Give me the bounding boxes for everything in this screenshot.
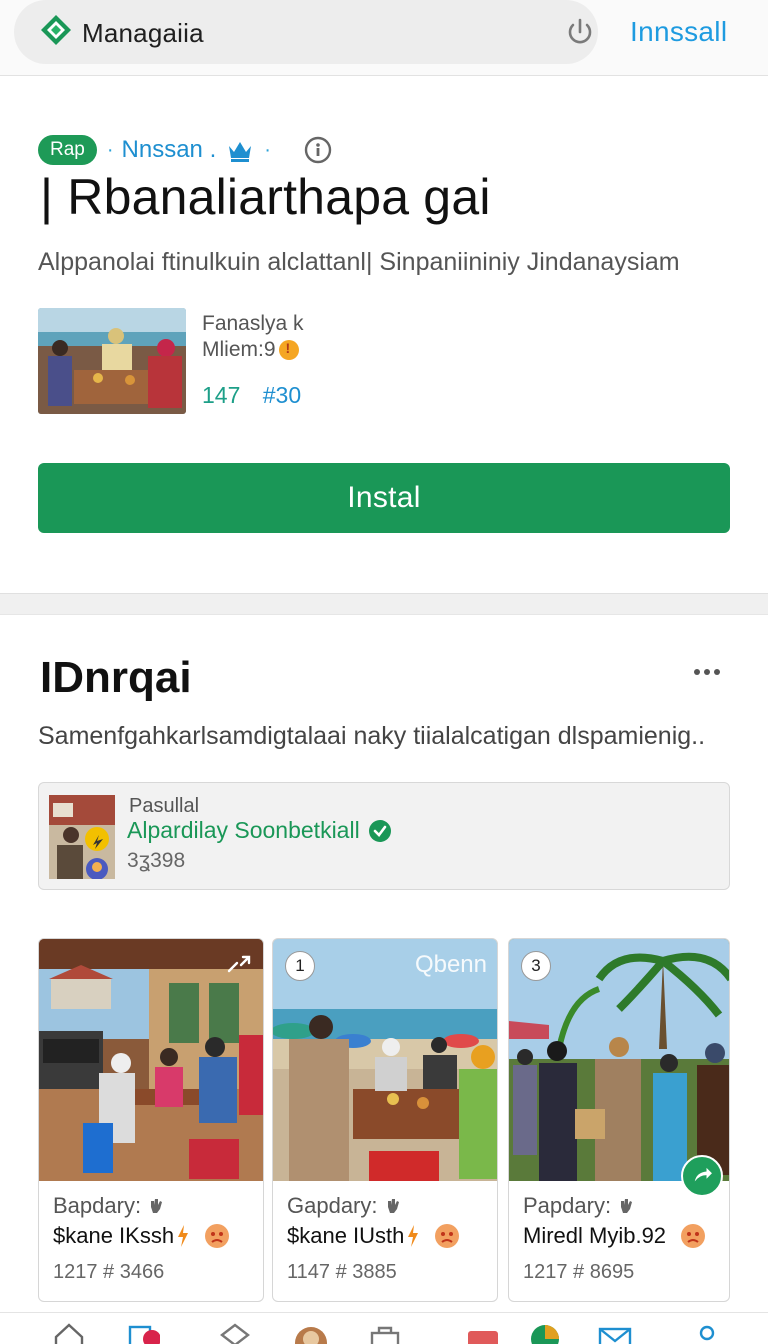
share-icon[interactable] (681, 1155, 723, 1197)
meta-line-1: Fanaslya k (202, 312, 304, 335)
promo-count: 3ʓ398 (127, 849, 186, 872)
card-label-3: Papdary: (523, 1193, 612, 1218)
card-label-1-row: Bapdary: (53, 1193, 165, 1219)
app-title: | Rbanaliarthapa gai (40, 169, 491, 225)
app-stats: 147 #30 (202, 382, 317, 409)
section-subtitle: Samenfgahkarlsamdigtalaai naky tiialalca… (38, 722, 706, 750)
card-badge-2: 1 (285, 951, 315, 981)
section-divider (0, 593, 768, 615)
card-watermark-2: Qbenn (414, 951, 487, 978)
gift-icon[interactable] (466, 1319, 500, 1344)
card-label-2: Gapdary: (287, 1193, 378, 1218)
home-icon[interactable] (52, 1319, 86, 1344)
bottom-nav (0, 1312, 768, 1344)
gallery-card-2[interactable]: 1 Qbenn Gapdary: $kane IUsth 1147 # 3885 (272, 938, 498, 1302)
app-tag-row: Rap · Nnssan . · (38, 134, 333, 166)
card-stats-1: 1217 # 3466 (53, 1261, 165, 1283)
sad-face-icon (205, 1224, 230, 1248)
store-icon[interactable] (368, 1319, 402, 1344)
stat-rating: 147 (202, 382, 241, 408)
info-icon[interactable] (303, 135, 333, 165)
stat-rank: #30 (262, 382, 302, 408)
crown-icon (229, 142, 252, 162)
top-install-link[interactable]: Innssall (630, 16, 727, 48)
card-badge-3: 3 (521, 951, 551, 981)
promo-thumbnail (49, 795, 115, 879)
gallery-card-1[interactable]: Bapdary: $kane IKssh 1217 # 3466 (38, 938, 264, 1302)
power-icon[interactable] (562, 14, 598, 50)
apps-icon[interactable] (126, 1319, 160, 1344)
alert-emoji-icon (278, 340, 299, 360)
card-name-2[interactable]: $kane IUsth (287, 1223, 404, 1249)
account-icon[interactable] (690, 1319, 724, 1344)
app-name: Managaiia (82, 18, 204, 48)
app-header-pill[interactable]: Managaiia (14, 0, 598, 64)
top-bar: Managaiia Innssall (0, 0, 768, 76)
expand-icon[interactable] (225, 953, 253, 975)
meta-line-2: Mliem:9 (202, 338, 299, 362)
bolt-icon (408, 1225, 419, 1247)
separator-dot: · (106, 138, 114, 161)
install-button[interactable]: Instal (38, 463, 730, 533)
mail-icon[interactable] (598, 1319, 632, 1344)
gallery-card-3[interactable]: 3 Papdary: Miredl Myib.92 1217 # 8695 (508, 938, 730, 1302)
app-subtitle: Alppanolai ftinulkuin alclattanl| Sinpan… (38, 248, 680, 276)
more-icon[interactable] (694, 662, 728, 686)
hand-icon (387, 1199, 399, 1213)
card-name-3-row: Miredl Myib.92 (523, 1223, 706, 1249)
card-name-2-row: $kane IUsth (287, 1223, 460, 1249)
profile-icon[interactable] (294, 1319, 328, 1344)
diamond-logo-icon (41, 15, 71, 45)
section-title: IDnrqai (40, 653, 192, 702)
promo-name[interactable]: Alpardilay Soonbetkiall (127, 817, 360, 844)
category-tag[interactable]: Rap (38, 135, 97, 165)
sad-face-icon (681, 1224, 706, 1248)
hand-icon (151, 1199, 163, 1213)
card-label-2-row: Gapdary: (287, 1193, 402, 1219)
card-image-1 (39, 939, 263, 1181)
card-stats-2: 1147 # 3885 (287, 1261, 397, 1283)
card-name-1-row: $kane IKssh (53, 1223, 230, 1249)
app-thumbnail[interactable] (38, 308, 186, 414)
games-icon[interactable] (218, 1319, 252, 1344)
card-label-3-row: Papdary: (523, 1193, 635, 1219)
bolt-icon (178, 1225, 189, 1247)
promo-name-row: Alpardilay Soonbetkiall (127, 817, 392, 844)
card-name-3[interactable]: Miredl Myib.92 (523, 1223, 666, 1249)
card-stats-3: 1217 # 8695 (523, 1261, 635, 1283)
card-name-1[interactable]: $kane IKssh (53, 1223, 174, 1249)
promo-label: Pasullal (129, 795, 200, 817)
separator-dot-2: · (264, 138, 271, 161)
sad-face-icon (435, 1224, 460, 1248)
developer-link[interactable]: Nnssan . (122, 136, 217, 164)
meta-line-2-text: Mliem:9 (202, 338, 276, 361)
card-label-1: Bapdary: (53, 1193, 142, 1218)
hand-icon (621, 1199, 633, 1213)
verified-icon (368, 819, 391, 842)
promo-card[interactable]: Pasullal Alpardilay Soonbetkiall 3ʓ398 (38, 782, 730, 890)
chart-icon[interactable] (528, 1319, 562, 1344)
